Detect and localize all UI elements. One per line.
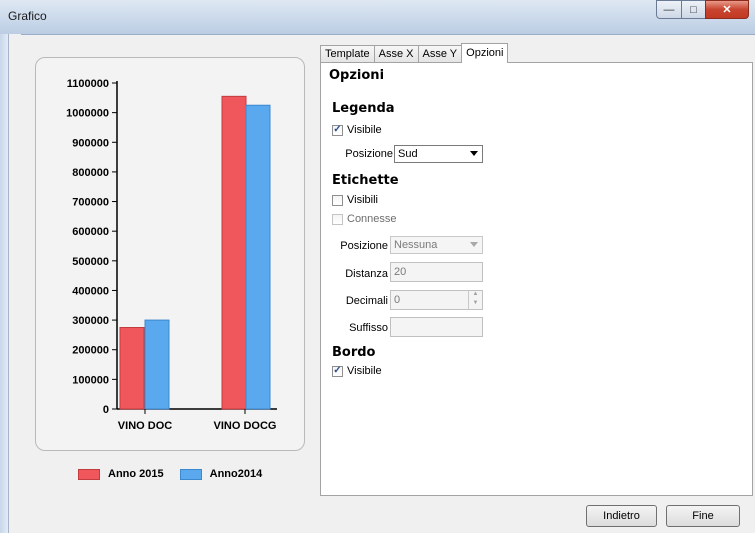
legenda-visibile-label: Visibile <box>347 124 382 136</box>
x-tick-label: VINO DOC <box>118 420 172 432</box>
options-panel: Opzioni Legenda ✓ Visibile Posizione Sud… <box>320 62 753 496</box>
etichette-posizione-label: Posizione <box>340 240 388 252</box>
y-tick-label: 800000 <box>72 167 109 179</box>
tab-asse-x[interactable]: Asse X <box>373 45 419 63</box>
panel-title: Opzioni <box>329 68 385 83</box>
spinner-up-icon[interactable]: ▲ <box>469 290 482 299</box>
y-tick-label: 1000000 <box>66 108 109 120</box>
tab-template[interactable]: Template <box>320 45 375 63</box>
checkbox-box <box>332 194 343 206</box>
tab-asse-y[interactable]: Asse Y <box>417 45 463 63</box>
tab-bar: Template Asse X Asse Y Opzioni <box>320 43 509 63</box>
tab-opzioni[interactable]: Opzioni <box>461 43 509 63</box>
chevron-down-icon <box>470 151 478 156</box>
y-tick-label: 700000 <box>72 197 109 209</box>
title-bar: Grafico — □ ✕ <box>0 0 755 35</box>
chart-legend: Anno 2015 Anno2014 <box>78 468 270 480</box>
bordo-heading: Bordo <box>332 345 376 360</box>
bordo-visibile-label: Visibile <box>347 365 382 377</box>
decimali-spinner[interactable]: ▲ ▼ <box>468 290 482 310</box>
legenda-posizione-label: Posizione <box>345 148 393 160</box>
fine-button[interactable]: Fine <box>666 505 740 527</box>
grafico-window: Grafico — □ ✕ 0 100000 200000 300000 400000 5… <box>0 0 755 533</box>
x-tick-label: VINO DOCG <box>214 420 277 432</box>
etichette-connesse-label: Connesse <box>347 213 397 225</box>
minimize-button[interactable]: — <box>656 0 682 19</box>
decimali-label: Decimali <box>345 295 388 307</box>
legenda-posizione-value: Sud <box>398 148 418 160</box>
y-tick-label: 600000 <box>72 226 109 238</box>
minimize-icon: — <box>663 3 675 16</box>
checkmark-icon: ✓ <box>332 124 343 136</box>
etichette-heading: Etichette <box>332 173 399 188</box>
legend-swatch-1 <box>78 468 100 480</box>
y-tick-label: 0 <box>103 404 109 416</box>
legend-swatch-2 <box>179 468 202 480</box>
etichette-posizione-value: Nessuna <box>394 239 438 251</box>
bar-2-2 <box>245 104 271 410</box>
maximize-button[interactable]: □ <box>681 0 706 19</box>
legenda-visibile-checkbox[interactable]: ✓ Visibile <box>332 124 382 136</box>
bar-chart: 0 100000 200000 300000 400000 500000 600000 700… <box>66 78 277 432</box>
legend-label-2: Anno2014 <box>209 468 263 480</box>
legend-item-1: Anno 2015 <box>78 468 164 480</box>
y-tick-label: 1100000 <box>67 78 109 90</box>
y-tick-label: 500000 <box>72 256 109 268</box>
bar-1-2 <box>221 95 247 410</box>
chevron-down-icon <box>470 242 478 247</box>
legend-item-2: Anno2014 <box>179 468 263 480</box>
checkmark-icon: ✓ <box>332 365 343 377</box>
suffisso-label: Suffisso <box>349 322 388 334</box>
y-tick-label: 300000 <box>72 315 109 327</box>
checkbox-box <box>332 213 343 225</box>
distanza-label: Distanza <box>345 268 388 280</box>
indietro-button[interactable]: Indietro <box>586 505 657 527</box>
etichette-connesse-checkbox[interactable]: Connesse <box>332 213 397 225</box>
close-button[interactable]: ✕ <box>705 0 749 19</box>
spinner-down-icon[interactable]: ▼ <box>469 299 482 308</box>
decimali-value: 0 <box>394 294 401 306</box>
y-tick-label: 900000 <box>72 137 109 149</box>
window-title: Grafico <box>8 9 47 23</box>
close-icon: ✕ <box>722 4 732 16</box>
bar-1-1 <box>119 327 145 410</box>
bar-2-1 <box>144 319 170 410</box>
legenda-posizione-select[interactable]: Sud <box>394 145 483 163</box>
maximize-icon: □ <box>690 3 697 16</box>
legend-label-1: Anno 2015 <box>108 468 164 480</box>
y-tick-label: 200000 <box>72 345 109 357</box>
etichette-posizione-select[interactable]: Nessuna <box>390 236 483 254</box>
etichette-visibili-checkbox[interactable]: Visibili <box>332 194 378 206</box>
legenda-heading: Legenda <box>332 101 395 116</box>
etichette-visibili-label: Visibili <box>347 194 378 206</box>
window-frame-left <box>0 34 8 533</box>
distanza-input[interactable]: 20 <box>390 262 483 282</box>
y-tick-label: 100000 <box>72 374 109 386</box>
window-frame-inner <box>8 34 21 533</box>
suffisso-input[interactable] <box>390 317 483 337</box>
y-tick-label: 400000 <box>72 285 109 297</box>
bordo-visibile-checkbox[interactable]: ✓ Visibile <box>332 365 382 377</box>
